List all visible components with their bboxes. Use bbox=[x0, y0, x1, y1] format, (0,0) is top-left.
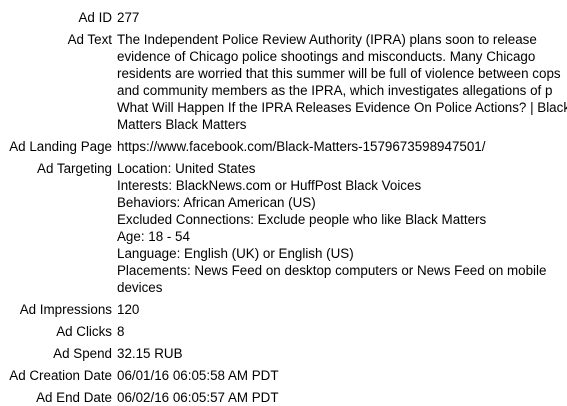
ad-text-value: The Independent Police Review Authority … bbox=[117, 31, 567, 133]
targeting-behaviors: Behaviors: African American (US) bbox=[117, 195, 316, 210]
ad-end-date-row: Ad End Date 06/02/16 06:05:57 AM PDT bbox=[0, 389, 567, 406]
ad-targeting-value: Location: United States Interests: Black… bbox=[117, 160, 557, 296]
ad-landing-page-value: https://www.facebook.com/Black-Matters-1… bbox=[117, 139, 486, 154]
ad-end-date-value: 06/02/16 06:05:57 AM PDT bbox=[117, 390, 279, 405]
ad-clicks-value: 8 bbox=[117, 324, 125, 339]
targeting-location: Location: United States bbox=[117, 161, 256, 176]
ad-id-row: Ad ID 277 bbox=[0, 9, 567, 26]
ad-end-date-label: Ad End Date bbox=[36, 390, 112, 405]
ad-text-line: Matters Black Matters bbox=[117, 117, 247, 132]
ad-text-line: and community members as the IPRA, which… bbox=[117, 83, 553, 98]
ad-creation-date-label: Ad Creation Date bbox=[9, 368, 112, 383]
ad-clicks-label: Ad Clicks bbox=[56, 324, 112, 339]
ad-impressions-label: Ad Impressions bbox=[19, 302, 112, 317]
ad-targeting-row: Ad Targeting Location: United States Int… bbox=[0, 160, 567, 296]
ad-spend-label: Ad Spend bbox=[53, 346, 112, 361]
ad-landing-page-row: Ad Landing Page https://www.facebook.com… bbox=[0, 138, 567, 155]
targeting-age: Age: 18 - 54 bbox=[117, 229, 190, 244]
ad-landing-page-label: Ad Landing Page bbox=[9, 139, 112, 154]
ad-spend-row: Ad Spend 32.15 RUB bbox=[0, 345, 567, 362]
ad-impressions-value: 120 bbox=[117, 302, 140, 317]
ad-impressions-row: Ad Impressions 120 bbox=[0, 301, 567, 318]
ad-text-line: residents are worried that this summer w… bbox=[117, 66, 561, 81]
ad-record: Ad ID 277 Ad Text The Independent Police… bbox=[0, 0, 567, 405]
targeting-language: Language: English (UK) or English (US) bbox=[117, 246, 354, 261]
targeting-excluded-connections: Excluded Connections: Exclude people who… bbox=[117, 212, 487, 227]
ad-id-label: Ad ID bbox=[78, 10, 113, 25]
targeting-placements: Placements: News Feed on desktop compute… bbox=[117, 263, 547, 278]
ad-text-line: What Will Happen If the IPRA Releases Ev… bbox=[117, 100, 567, 115]
targeting-placements-continued: devices bbox=[117, 280, 163, 295]
ad-text-row: Ad Text The Independent Police Review Au… bbox=[0, 31, 567, 133]
ad-targeting-label: Ad Targeting bbox=[37, 161, 112, 176]
ad-text-line: The Independent Police Review Authority … bbox=[117, 32, 537, 47]
ad-creation-date-value: 06/01/16 06:05:58 AM PDT bbox=[117, 368, 279, 383]
ad-text-line: evidence of Chicago police shootings and… bbox=[117, 49, 536, 64]
ad-clicks-row: Ad Clicks 8 bbox=[0, 323, 567, 340]
ad-id-value: 277 bbox=[117, 10, 140, 25]
targeting-interests: Interests: BlackNews.com or HuffPost Bla… bbox=[117, 178, 422, 193]
ad-spend-value: 32.15 RUB bbox=[117, 346, 183, 361]
ad-text-label: Ad Text bbox=[67, 32, 112, 47]
ad-creation-date-row: Ad Creation Date 06/01/16 06:05:58 AM PD… bbox=[0, 367, 567, 384]
